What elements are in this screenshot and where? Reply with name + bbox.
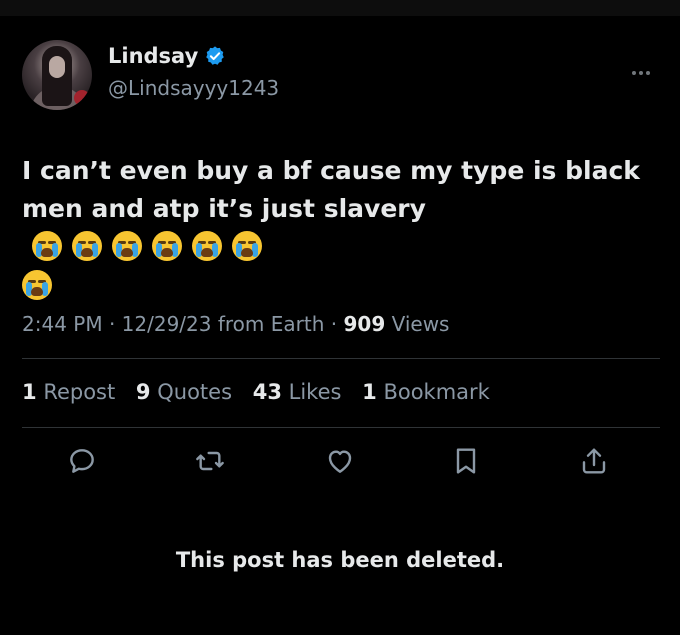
share-icon [582, 448, 606, 474]
avatar[interactable] [22, 40, 92, 110]
repost-icon [196, 451, 224, 471]
tweet-source: from Earth [217, 312, 325, 336]
reposts-stat[interactable]: 1 Repost [22, 380, 115, 404]
reply-icon [70, 449, 94, 473]
emoji-group-line2 [22, 270, 662, 311]
tweet-text: I can’t even buy a bf cause my type is b… [22, 156, 640, 223]
tweet-meta: 2:44 PM · 12/29/23 from Earth · 909 View… [22, 312, 449, 336]
views-label: Views [391, 312, 450, 336]
author-name-row[interactable]: Lindsay [108, 44, 226, 68]
meta-separator: · [330, 312, 338, 336]
loudly-crying-face-icon [152, 231, 182, 261]
author-handle[interactable]: @Lindsayyy1243 [108, 76, 279, 100]
action-bar [0, 443, 680, 483]
avatar-face [49, 56, 65, 78]
likes-stat[interactable]: 43 Likes [253, 380, 342, 404]
repost-button[interactable] [192, 443, 228, 479]
loudly-crying-face-icon [112, 231, 142, 261]
bookmark-icon [456, 448, 476, 474]
loudly-crying-face-icon [72, 231, 102, 261]
divider [22, 358, 660, 359]
tweet-time[interactable]: 2:44 PM [22, 312, 103, 336]
top-bar [0, 0, 680, 16]
tweet-date[interactable]: 12/29/23 [122, 312, 212, 336]
avatar-red-object [74, 90, 90, 106]
tweet-text-block: I can’t even buy a bf cause my type is b… [22, 152, 662, 311]
reply-button[interactable] [64, 443, 100, 479]
more-options-icon[interactable] [632, 60, 653, 79]
loudly-crying-face-icon [32, 231, 62, 261]
like-icon [328, 450, 352, 473]
like-button[interactable] [322, 443, 358, 479]
meta-separator: · [108, 312, 116, 336]
bookmarks-stat[interactable]: 1 Bookmark [362, 380, 490, 404]
loudly-crying-face-icon [232, 231, 262, 261]
emoji-group-line1 [32, 231, 262, 261]
views-count: 909 [343, 312, 386, 336]
quotes-stat[interactable]: 9 Quotes [136, 380, 232, 404]
engagement-stats: 1 Repost 9 Quotes 43 Likes 1 Bookmark [22, 380, 504, 404]
share-button[interactable] [576, 443, 612, 479]
divider [22, 427, 660, 428]
author-name[interactable]: Lindsay [108, 44, 198, 68]
deleted-notice: This post has been deleted. [175, 548, 505, 572]
verified-badge-icon [206, 46, 225, 65]
loudly-crying-face-icon [22, 270, 52, 300]
bookmark-button[interactable] [448, 443, 484, 479]
loudly-crying-face-icon [192, 231, 222, 261]
